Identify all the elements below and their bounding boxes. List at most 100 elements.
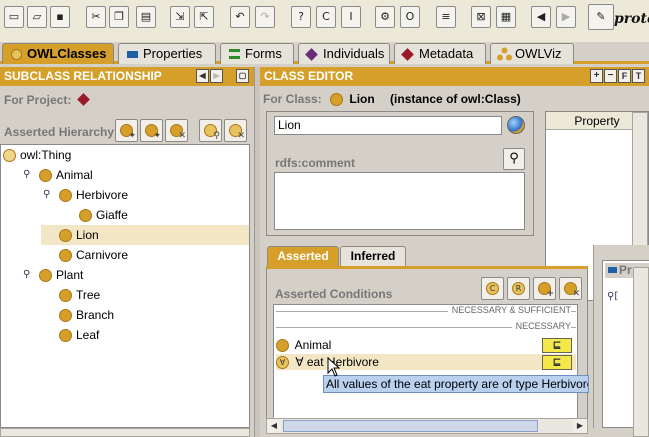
add-icon[interactable]: +: [590, 69, 603, 83]
tree-toggle-icon[interactable]: ⚲[: [607, 291, 618, 302]
table-icon[interactable]: ▦: [496, 6, 516, 28]
for-project-label: For Project:: [4, 93, 72, 107]
tree-item-herbivore[interactable]: ⚲ Herbivore: [41, 185, 249, 205]
tree-item-label: Animal: [56, 168, 93, 182]
tree-horizontal-scrollbar[interactable]: [0, 428, 250, 437]
reasoner-icon[interactable]: ⚙: [375, 6, 395, 28]
asserted-conditions-label: Asserted Conditions: [275, 287, 393, 301]
expand-right-icon[interactable]: ▶: [210, 69, 223, 83]
class-hierarchy-tree[interactable]: owl:Thing ⚲ Animal ⚲ Herbivore Giaffe Lion Carn…: [0, 144, 250, 428]
class-name: Lion: [349, 92, 375, 106]
class-icon: [3, 149, 16, 163]
class-editor-header: CLASS EDITOR + − F T: [260, 67, 649, 86]
necessary-header: NECESSARY: [511, 321, 571, 331]
rdfs-comment-field[interactable]: [274, 172, 525, 230]
conditions-horizontal-scrollbar[interactable]: ◀ ▶: [266, 418, 588, 434]
tree-item-owl-thing[interactable]: owl:Thing: [1, 145, 249, 165]
open-folder-icon[interactable]: ▱: [27, 6, 47, 28]
tree-item-branch[interactable]: Branch: [41, 305, 249, 325]
panel-title: SUBCLASS RELATIONSHIP: [4, 69, 162, 83]
conditions-list[interactable]: NECESSARY & SUFFICIENT NECESSARY Animal …: [273, 304, 578, 424]
tab-individuals[interactable]: Individuals: [298, 43, 390, 64]
language-globe-icon[interactable]: [507, 116, 525, 134]
subclass-symbol-button[interactable]: ⊑: [542, 355, 572, 370]
tree-item-animal[interactable]: ⚲ Animal: [21, 165, 249, 185]
undo-icon[interactable]: ↶: [230, 6, 250, 28]
tab-label: Individuals: [323, 46, 385, 61]
find-class-delete-button[interactable]: ✕: [224, 119, 247, 142]
tree-item-leaf[interactable]: Leaf: [41, 325, 249, 345]
tab-label: Properties: [143, 46, 203, 61]
create-subclass-button[interactable]: ✦: [115, 119, 138, 142]
for-class-line: For Class: Lion (instance of owl:Class): [263, 92, 521, 107]
delete-class-button[interactable]: ✕: [165, 119, 188, 142]
export-icon[interactable]: ⇱: [194, 6, 214, 28]
class-form-icon[interactable]: C: [316, 6, 336, 28]
scroll-right-icon[interactable]: ▶: [573, 419, 587, 433]
class-icon: [59, 309, 72, 323]
subclass-symbol-button[interactable]: ⊑: [542, 338, 572, 353]
side-vertical-scrollbar[interactable]: [633, 267, 649, 437]
class-name-field[interactable]: Lion: [274, 116, 502, 135]
tab-owlclasses[interactable]: OWLClasses: [2, 43, 114, 64]
tab-asserted[interactable]: Asserted: [267, 246, 339, 266]
find-class-button[interactable]: ⚲: [199, 119, 222, 142]
copy-icon[interactable]: ❐: [109, 6, 129, 28]
add-restriction-button[interactable]: R: [507, 277, 530, 300]
cut-icon[interactable]: ✂: [86, 6, 106, 28]
tab-metadata[interactable]: Metadata: [394, 43, 486, 64]
class-icon: [59, 189, 72, 203]
add-condition-button[interactable]: +: [533, 277, 556, 300]
ontology-icon[interactable]: O: [400, 6, 420, 28]
class-icon: [59, 289, 72, 303]
tab-label: OWLClasses: [27, 46, 107, 61]
maximize-icon[interactable]: ▢: [236, 69, 249, 83]
expand-toggle-icon[interactable]: ⚲: [23, 165, 30, 185]
expand-toggle-icon[interactable]: ⚲: [43, 185, 50, 205]
condition-row-eat-herbivore[interactable]: ∀ ∀ eat Herbivore ⊑: [276, 354, 576, 370]
tree-item-plant[interactable]: ⚲ Plant: [21, 265, 249, 285]
project-icon: [77, 93, 90, 106]
tab-forms[interactable]: Forms: [220, 43, 294, 64]
tree-item-tree[interactable]: Tree: [41, 285, 249, 305]
expand-toggle-icon[interactable]: ⚲: [23, 265, 30, 285]
tab-inferred[interactable]: Inferred: [340, 246, 406, 266]
tab-owlviz[interactable]: OWLViz: [490, 43, 574, 64]
facet-icon[interactable]: F: [618, 69, 631, 83]
class-annotations-box: Lion rdfs:comment ⚲: [266, 111, 534, 236]
tree-item-label: Giaffe: [96, 208, 128, 222]
tree-item-giaffe[interactable]: Giaffe: [61, 205, 249, 225]
properties-side-label: Pr: [619, 263, 632, 277]
paste-icon[interactable]: ▤: [136, 6, 156, 28]
tab-label: OWLViz: [515, 46, 562, 61]
create-sibling-class-button[interactable]: ✦: [140, 119, 163, 142]
save-icon[interactable]: ▪: [50, 6, 70, 28]
tree-item-lion[interactable]: Lion: [41, 225, 249, 245]
document-icon[interactable]: ≡: [436, 6, 456, 28]
tab-properties[interactable]: Properties: [118, 43, 216, 64]
template-icon[interactable]: T: [632, 69, 645, 83]
add-named-class-button[interactable]: C: [481, 277, 504, 300]
protege-logo: protégé: [614, 11, 649, 27]
import-icon[interactable]: ⇲: [170, 6, 190, 28]
tree-item-label: Plant: [56, 268, 84, 282]
search-icon[interactable]: ⚲: [503, 148, 525, 170]
condition-label: Animal: [294, 338, 332, 352]
remove-icon[interactable]: −: [604, 69, 617, 83]
delete-condition-button[interactable]: ✕: [559, 277, 582, 300]
collapse-left-icon[interactable]: ◀: [196, 69, 209, 83]
tree-item-label: Herbivore: [76, 188, 129, 202]
back-icon[interactable]: ◀: [531, 6, 551, 28]
scroll-left-icon[interactable]: ◀: [267, 419, 281, 433]
close-window-icon[interactable]: ⊠: [471, 6, 491, 28]
class-icon: [59, 329, 72, 343]
instance-form-icon[interactable]: I: [341, 6, 361, 28]
redo-icon[interactable]: ↷: [255, 6, 275, 28]
query-icon[interactable]: ?: [291, 6, 311, 28]
tree-item-carnivore[interactable]: Carnivore: [41, 245, 249, 265]
new-file-icon[interactable]: ▭: [4, 6, 24, 28]
tab-label: Forms: [245, 46, 282, 61]
forward-icon[interactable]: ▶: [556, 6, 576, 28]
condition-row-animal[interactable]: Animal ⊑: [276, 337, 576, 353]
scroll-thumb[interactable]: [283, 420, 538, 432]
